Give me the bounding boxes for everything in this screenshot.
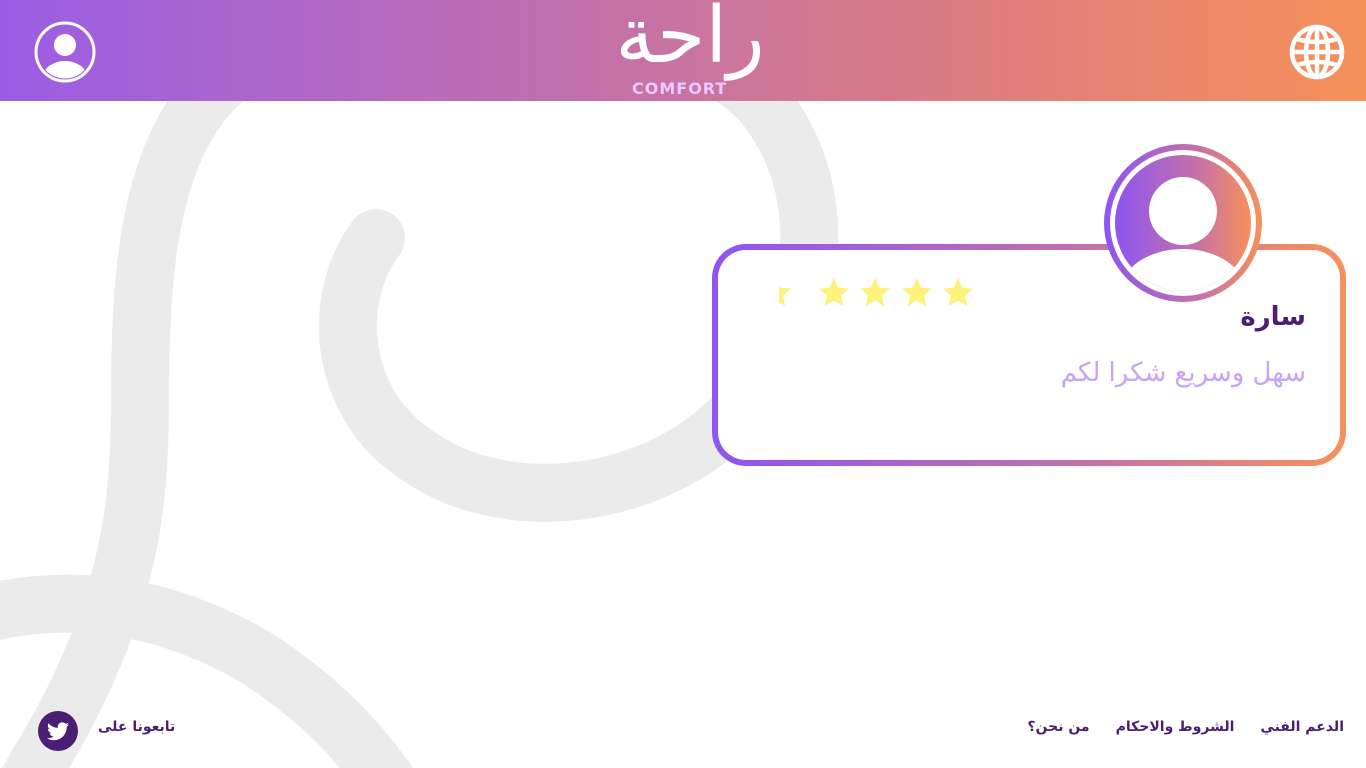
review-card-body: سارة سهل وسريع شكرا لكم xyxy=(718,250,1340,460)
footer-link-about[interactable]: من نحن؟ xyxy=(1027,719,1089,743)
star-icon xyxy=(860,278,890,306)
globe-icon xyxy=(1289,24,1345,80)
review-text: سهل وسريع شكرا لكم xyxy=(1060,358,1306,388)
star-icon xyxy=(943,278,973,306)
star-rating xyxy=(779,276,974,312)
user-silhouette-icon xyxy=(1121,177,1245,291)
user-circle-icon xyxy=(34,21,96,83)
star-icon-partial xyxy=(779,276,791,310)
star-icon xyxy=(901,278,932,306)
twitter-icon xyxy=(47,722,69,741)
footer-link-terms[interactable]: الشروط والاحكام xyxy=(1116,719,1235,743)
reviewer-avatar xyxy=(1104,144,1262,302)
follow-us-label: تابعونا على xyxy=(98,719,176,735)
review-card: سارة سهل وسريع شكرا لكم xyxy=(712,244,1346,466)
star-icon xyxy=(818,278,849,306)
brand-name-english: COMFORT xyxy=(632,79,728,98)
page: راحة COMFORT سارة سهل وسريع شكرا لكم الد… xyxy=(0,0,1366,768)
header-bar: راحة COMFORT xyxy=(0,0,1366,101)
brand-name-arabic: راحة xyxy=(615,0,765,81)
twitter-button[interactable] xyxy=(38,711,78,751)
brand-logo[interactable]: راحة COMFORT xyxy=(600,0,780,101)
footer-link-support[interactable]: الدعم الفني xyxy=(1260,719,1344,743)
reviewer-name: سارة xyxy=(1240,302,1306,332)
language-button[interactable] xyxy=(1287,22,1347,82)
footer-links: الدعم الفني الشروط والاحكام من نحن؟ xyxy=(1027,719,1344,743)
user-profile-button[interactable] xyxy=(34,21,96,83)
